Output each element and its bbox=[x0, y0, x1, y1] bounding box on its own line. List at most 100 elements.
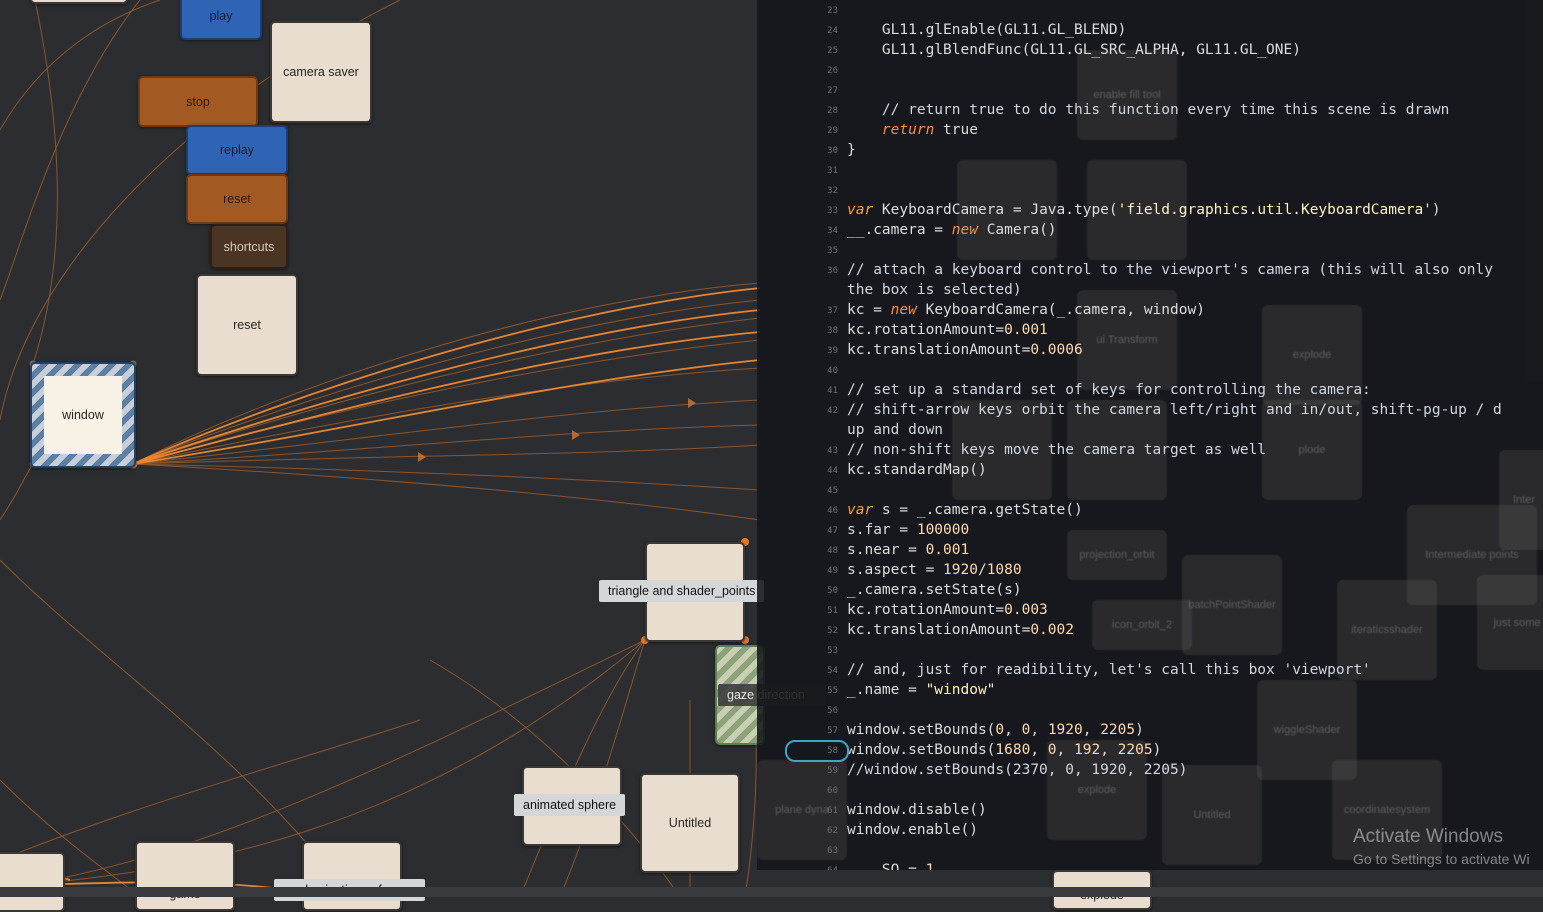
line-number: 33 bbox=[827, 206, 838, 216]
line-number: 46 bbox=[827, 506, 838, 516]
code-line[interactable]: kc = new KeyboardCamera(_.camera, window… bbox=[847, 302, 1205, 318]
code-line[interactable]: window.enable() bbox=[847, 822, 978, 838]
node-label: camera saver bbox=[283, 65, 359, 79]
line-number: 51 bbox=[827, 606, 838, 616]
line-number: 23 bbox=[827, 6, 838, 16]
node-play[interactable]: play bbox=[180, 0, 262, 40]
code-line[interactable]: s.far = 100000 bbox=[847, 522, 969, 538]
code-line[interactable]: // attach a keyboard control to the view… bbox=[847, 262, 1493, 278]
node-window-selected[interactable]: window bbox=[30, 362, 136, 468]
line-number: 39 bbox=[827, 346, 838, 356]
code-line[interactable]: __.camera = new Camera() bbox=[847, 222, 1057, 238]
node-label: stop bbox=[186, 94, 210, 109]
line-number: 24 bbox=[827, 26, 838, 36]
code-line[interactable]: kc.translationAmount=0.002 bbox=[847, 622, 1074, 638]
node-shortcuts[interactable]: shortcuts bbox=[210, 224, 288, 269]
node-stop[interactable]: stop bbox=[138, 76, 258, 127]
line-number: 53 bbox=[827, 646, 838, 656]
line-number: 52 bbox=[827, 626, 838, 636]
node-label: reset bbox=[223, 192, 251, 206]
code-line[interactable]: kc.rotationAmount=0.001 bbox=[847, 322, 1048, 338]
code-line[interactable]: window.setBounds(0, 0, 1920, 2205) bbox=[847, 722, 1144, 738]
code-line[interactable]: _.camera.setState(s) bbox=[847, 582, 1022, 598]
line-number: 41 bbox=[827, 386, 838, 396]
code-line[interactable]: //window.setBounds(2370, 0, 1920, 2205) bbox=[847, 762, 1187, 778]
node-label: reset bbox=[233, 318, 261, 332]
line-number: 49 bbox=[827, 566, 838, 576]
line-number: 26 bbox=[827, 66, 838, 76]
code-line[interactable]: _.SO = 1 bbox=[847, 862, 934, 870]
node-reset-small[interactable]: reset bbox=[186, 174, 288, 224]
line-number: 27 bbox=[827, 86, 838, 96]
line-number: 55 bbox=[827, 686, 838, 696]
code-line[interactable]: window.disable() bbox=[847, 802, 987, 818]
node-camera-saver[interactable]: camera saver bbox=[270, 21, 372, 123]
bg-node: Inter bbox=[1499, 450, 1543, 550]
bg-node: enable fill tool bbox=[1077, 50, 1177, 140]
line-number: 28 bbox=[827, 106, 838, 116]
line-number: 47 bbox=[827, 526, 838, 536]
bg-node: just some bbox=[1477, 575, 1543, 670]
bg-node: Untitled bbox=[1162, 765, 1262, 865]
code-line[interactable]: // shift-arrow keys orbit the camera lef… bbox=[847, 402, 1502, 418]
node-label: Untitled bbox=[668, 816, 712, 830]
code-line[interactable]: kc.standardMap() bbox=[847, 462, 987, 478]
code-line[interactable]: kc.translationAmount=0.0006 bbox=[847, 342, 1083, 358]
line-number: 61 bbox=[827, 806, 838, 816]
line-number: 32 bbox=[827, 186, 838, 196]
code-line[interactable]: // return true to do this function every… bbox=[847, 102, 1449, 118]
code-line[interactable]: GL11.glBlendFunc(GL11.GL_SRC_ALPHA, GL11… bbox=[847, 42, 1301, 58]
line-number: 63 bbox=[827, 846, 838, 856]
cursor-highlight bbox=[785, 740, 849, 762]
line-number: 54 bbox=[827, 666, 838, 676]
code-line[interactable]: var KeyboardCamera = Java.type('field.gr… bbox=[847, 202, 1441, 218]
node-label: replay bbox=[219, 143, 255, 157]
code-line[interactable]: // set up a standard set of keys for con… bbox=[847, 382, 1371, 398]
code-line[interactable]: // non-shift keys move the camera target… bbox=[847, 442, 1266, 458]
line-number: 50 bbox=[827, 586, 838, 596]
node-window-body: window bbox=[44, 376, 122, 454]
bg-node: projection_orbit bbox=[1067, 530, 1167, 580]
node-reset-big[interactable]: reset bbox=[196, 274, 298, 376]
code-line[interactable]: return true bbox=[847, 122, 978, 138]
activation-watermark: Activate Windows Go to Settings to activ… bbox=[1353, 826, 1530, 867]
line-number: 43 bbox=[827, 446, 838, 456]
line-number: 31 bbox=[827, 166, 838, 176]
line-number: 30 bbox=[827, 146, 838, 156]
line-number: 35 bbox=[827, 246, 838, 256]
code-line[interactable]: window.setBounds(1680, 0, 192, 2205) bbox=[847, 742, 1161, 758]
node-label: shortcuts bbox=[223, 239, 275, 254]
line-number: 36 bbox=[827, 266, 838, 276]
node-untitled[interactable]: Untitled bbox=[640, 773, 740, 873]
line-number: 37 bbox=[827, 306, 838, 316]
line-number: 56 bbox=[827, 706, 838, 716]
line-number: 38 bbox=[827, 326, 838, 336]
code-line[interactable]: up and down bbox=[847, 422, 943, 438]
code-line[interactable]: s.aspect = 1920/1080 bbox=[847, 562, 1022, 578]
line-number: 59 bbox=[827, 766, 838, 776]
code-line[interactable]: } bbox=[847, 142, 856, 158]
code-line[interactable]: _.name = "window" bbox=[847, 682, 995, 698]
node-replay[interactable]: replay bbox=[186, 125, 288, 175]
node-label: play bbox=[209, 9, 233, 23]
node-partial-top[interactable] bbox=[30, 0, 128, 4]
code-line[interactable]: var s = _.camera.getState() bbox=[847, 502, 1083, 518]
line-number: 48 bbox=[827, 546, 838, 556]
code-editor[interactable]: enable fill tool ui Transform explode pl… bbox=[757, 0, 1543, 870]
line-number: 64 bbox=[812, 866, 838, 870]
bottom-scrollbar[interactable] bbox=[0, 887, 1543, 897]
line-number: 25 bbox=[827, 46, 838, 56]
node-game[interactable]: game bbox=[135, 841, 235, 911]
node-label-triangle: triangle and shader_points bbox=[599, 580, 765, 602]
activation-title: Activate Windows bbox=[1353, 826, 1503, 847]
code-line[interactable]: the box is selected) bbox=[847, 282, 1022, 298]
node-label: window bbox=[62, 408, 104, 422]
code-line[interactable]: kc.rotationAmount=0.003 bbox=[847, 602, 1048, 618]
code-line[interactable]: // and, just for readibility, let's call… bbox=[847, 662, 1371, 678]
code-line[interactable]: s.near = 0.001 bbox=[847, 542, 969, 558]
line-number: 62 bbox=[827, 826, 838, 836]
code-line[interactable]: GL11.glEnable(GL11.GL_BLEND) bbox=[847, 22, 1126, 38]
activation-subtitle: Go to Settings to activate Wi bbox=[1353, 851, 1530, 867]
node-partial-bottom-left[interactable] bbox=[0, 852, 65, 912]
line-number: 42 bbox=[827, 406, 838, 416]
